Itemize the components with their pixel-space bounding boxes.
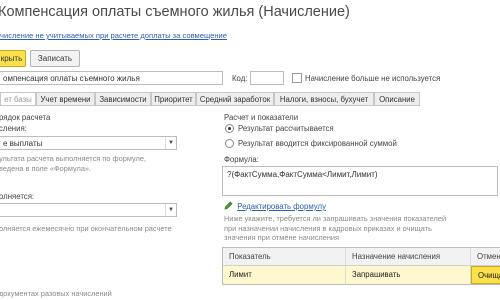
tab-dependencies[interactable]: Зависимости [95, 92, 151, 106]
name-field[interactable]: омпенсация оплаты съемного жилья [0, 71, 223, 85]
calc-method-value: е выплаты [3, 139, 43, 148]
code-field[interactable] [250, 71, 284, 85]
not-used-checkbox[interactable] [292, 73, 302, 83]
tab-description[interactable]: Описание [374, 92, 420, 106]
table-cell-assignment[interactable]: Запрашивать [346, 266, 471, 284]
pencil-icon [224, 201, 233, 210]
window-title: Компенсация оплаты съемного жилья (Начис… [0, 4, 350, 20]
tab-priority[interactable]: Приоритет [151, 92, 196, 106]
radio-calculated-label: Результат рассчитывается [238, 124, 334, 133]
formula-value: ?(ФактСумма,ФактСумма<Лимит,Лимит) [227, 170, 378, 179]
tab-average-earnings[interactable]: Средний заработок [196, 92, 274, 106]
table-cell-indicator[interactable]: Лимит [223, 266, 346, 284]
column-header-assignment[interactable]: Назначение начисления [346, 248, 471, 265]
tab-taxes[interactable]: Налоги, взносы, бухучет [274, 92, 374, 106]
table-row[interactable]: Лимит Запрашивать Очища [223, 266, 500, 284]
calc-method-select[interactable]: е выплаты ▼ [0, 136, 177, 150]
indicators-hint: Ниже укажите, требуется ли запрашивать з… [224, 214, 447, 242]
hint-link[interactable]: числение не учитываемых при расчете допл… [0, 31, 227, 40]
tab-base[interactable]: ет базы [0, 92, 36, 106]
calc-order-title: рядок расчета [0, 113, 51, 122]
calc-method-label: сления: [0, 124, 27, 133]
save-and-close-button[interactable]: крыть [0, 50, 26, 67]
radio-calculated[interactable] [225, 124, 234, 133]
edit-formula[interactable]: Редактировать формулу [224, 201, 326, 211]
formula-field[interactable]: ?(ФактСумма,ФактСумма<Лимит,Лимит) [222, 166, 498, 196]
calc-hint-1: ультата расчета выполняется по формуле, [0, 154, 146, 163]
not-used-label: Начисление больше не используется [305, 74, 441, 83]
chevron-down-icon[interactable]: ▼ [165, 204, 176, 216]
edit-formula-link[interactable]: Редактировать формулу [237, 202, 326, 211]
executed-select[interactable]: ▼ [0, 203, 177, 217]
formula-label: Формула: [224, 155, 259, 164]
radio-fixed[interactable] [225, 139, 234, 148]
calc-hint-2: ведена в поле «Формула». [0, 164, 92, 173]
calc-indicators-title: Расчет и показатели [224, 113, 299, 122]
tab-time-accounting[interactable]: Учет времени [36, 92, 95, 106]
tab-divider [0, 105, 420, 106]
indicators-table: Показатель Назначение начисления Отмена … [222, 247, 500, 285]
table-header: Показатель Назначение начисления Отмена [223, 248, 500, 266]
code-label: Код: [232, 74, 248, 83]
tab-bar: ет базы Учет времени Зависимости Приорит… [0, 92, 500, 106]
executed-hint: олняется ежемесячно при окончательном ра… [0, 224, 172, 233]
radio-fixed-label: Результат вводится фиксированной суммой [238, 139, 397, 148]
column-header-cancel[interactable]: Отмена [471, 248, 500, 265]
chevron-down-icon[interactable]: ▼ [165, 137, 176, 149]
save-button[interactable]: Записать [30, 50, 80, 67]
bottom-hint: документах разовых начислений [0, 289, 112, 298]
column-header-indicator[interactable]: Показатель [223, 248, 346, 265]
table-cell-cancel[interactable]: Очища [471, 266, 500, 284]
executed-label: олняется: [0, 192, 35, 201]
